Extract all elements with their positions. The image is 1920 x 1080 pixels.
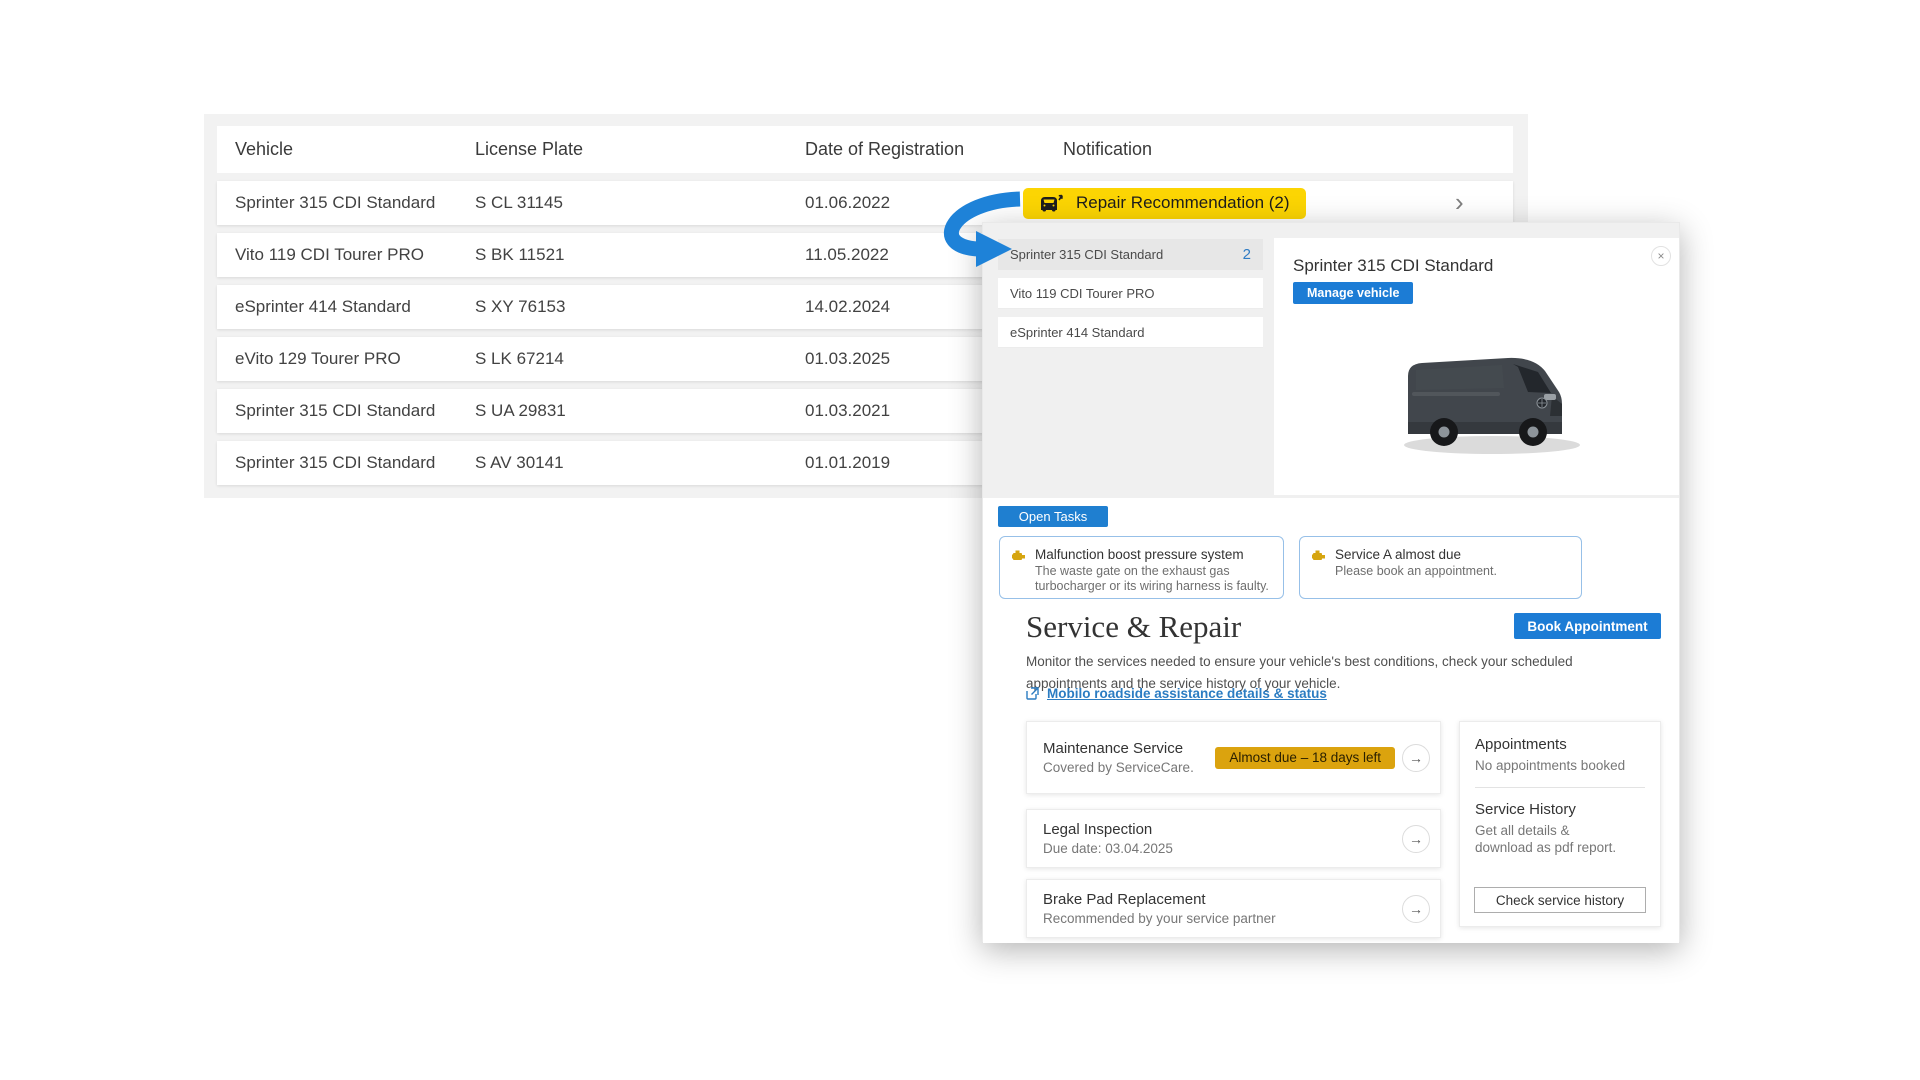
engine-warning-icon <box>1012 549 1026 561</box>
cell-plate: S AV 30141 <box>475 453 805 473</box>
vehicle-detail-title: Sprinter 315 CDI Standard <box>1293 256 1493 276</box>
cell-vehicle: Sprinter 315 CDI Standard <box>217 193 475 213</box>
brake-pad-card[interactable]: Brake Pad Replacement Recommended by you… <box>1026 879 1441 938</box>
arrow-right-icon[interactable]: → <box>1402 895 1430 923</box>
cell-vehicle: eSprinter 414 Standard <box>217 297 475 317</box>
repair-badge-label: Repair Recommendation (2) <box>1076 193 1290 213</box>
check-service-history-button[interactable]: Check service history <box>1474 887 1646 913</box>
service-card-subtitle: Due date: 03.04.2025 <box>1043 841 1424 856</box>
arrow-right-icon[interactable]: → <box>1402 825 1430 853</box>
almost-due-chip: Almost due – 18 days left <box>1215 747 1395 769</box>
popup-top-section: Sprinter 315 CDI Standard 2 Vito 119 CDI… <box>983 223 1679 498</box>
cell-plate: S BK 11521 <box>475 245 805 265</box>
book-appointment-button[interactable]: Book Appointment <box>1514 613 1661 639</box>
service-card-title: Legal Inspection <box>1043 821 1424 838</box>
appointments-history-card: Appointments No appointments booked Serv… <box>1459 721 1661 927</box>
table-header-row: Vehicle License Plate Date of Registrati… <box>217 126 1513 173</box>
appointments-subtitle: No appointments booked <box>1475 757 1645 774</box>
legal-inspection-card[interactable]: Legal Inspection Due date: 03.04.2025 → <box>1026 809 1441 868</box>
vehicle-detail-card: Sprinter 315 CDI Standard Manage vehicle… <box>1274 238 1679 495</box>
row-chevron-icon[interactable]: › <box>1455 189 1464 218</box>
task-title: Service A almost due <box>1335 547 1497 562</box>
open-tasks-button[interactable]: Open Tasks <box>998 506 1108 527</box>
engine-warning-icon <box>1312 549 1326 561</box>
divider <box>1475 787 1645 788</box>
open-tasks-count-badge: 2 <box>1243 246 1251 263</box>
cell-vehicle: Sprinter 315 CDI Standard <box>217 453 475 473</box>
service-repair-heading: Service & Repair <box>1026 609 1241 645</box>
cell-plate: S XY 76153 <box>475 297 805 317</box>
manage-vehicle-button[interactable]: Manage vehicle <box>1293 282 1413 304</box>
service-card-title: Brake Pad Replacement <box>1043 891 1424 908</box>
maintenance-service-card[interactable]: Maintenance Service Covered by ServiceCa… <box>1026 721 1441 794</box>
task-description: The waste gate on the exhaust gas turboc… <box>1035 564 1271 594</box>
cell-plate: S LK 67214 <box>475 349 805 369</box>
popup-body-section: Open Tasks Malfunction boost pressure sy… <box>983 498 1679 943</box>
table-row[interactable]: Sprinter 315 CDI Standard S CL 31145 01.… <box>217 181 1513 225</box>
header-notification: Notification <box>1023 139 1455 160</box>
header-plate: License Plate <box>475 139 805 160</box>
cell-plate: S UA 29831 <box>475 401 805 421</box>
task-card-service-due: Service A almost due Please book an appo… <box>1299 536 1582 599</box>
page: Vehicle License Plate Date of Registrati… <box>0 0 1920 1080</box>
service-history-subtitle: Get all details & download as pdf report… <box>1475 822 1625 856</box>
cell-vehicle: Vito 119 CDI Tourer PRO <box>217 245 475 265</box>
close-icon[interactable]: × <box>1651 246 1671 266</box>
callout-arrow-icon <box>918 186 1040 274</box>
vehicle-list-label: Vito 119 CDI Tourer PRO <box>1010 286 1155 301</box>
cell-vehicle: Sprinter 315 CDI Standard <box>217 401 475 421</box>
header-vehicle: Vehicle <box>217 139 475 160</box>
cell-plate: S CL 31145 <box>475 193 805 213</box>
cell-vehicle: eVito 129 Tourer PRO <box>217 349 475 369</box>
vehicle-list-item[interactable]: eSprinter 414 Standard <box>998 317 1263 348</box>
task-title: Malfunction boost pressure system <box>1035 547 1271 562</box>
task-description: Please book an appointment. <box>1335 564 1497 579</box>
appointments-title: Appointments <box>1475 736 1645 753</box>
external-link-icon <box>1026 687 1039 700</box>
vehicle-image <box>1392 330 1592 465</box>
header-date: Date of Registration <box>805 139 1023 160</box>
vehicle-detail-popup: Sprinter 315 CDI Standard 2 Vito 119 CDI… <box>982 222 1680 942</box>
vehicle-list-label: eSprinter 414 Standard <box>1010 325 1144 340</box>
mobilo-assistance-link[interactable]: Mobilo roadside assistance details & sta… <box>1026 686 1327 701</box>
repair-recommendation-badge[interactable]: Repair Recommendation (2) <box>1023 188 1306 219</box>
task-card-malfunction: Malfunction boost pressure system The wa… <box>999 536 1284 599</box>
service-card-subtitle: Recommended by your service partner <box>1043 911 1424 926</box>
arrow-right-icon[interactable]: → <box>1402 744 1430 772</box>
vehicle-list-item[interactable]: Vito 119 CDI Tourer PRO <box>998 278 1263 309</box>
van-icon <box>1039 193 1065 213</box>
service-history-title: Service History <box>1475 801 1645 818</box>
mobilo-link-label: Mobilo roadside assistance details & sta… <box>1047 686 1327 701</box>
